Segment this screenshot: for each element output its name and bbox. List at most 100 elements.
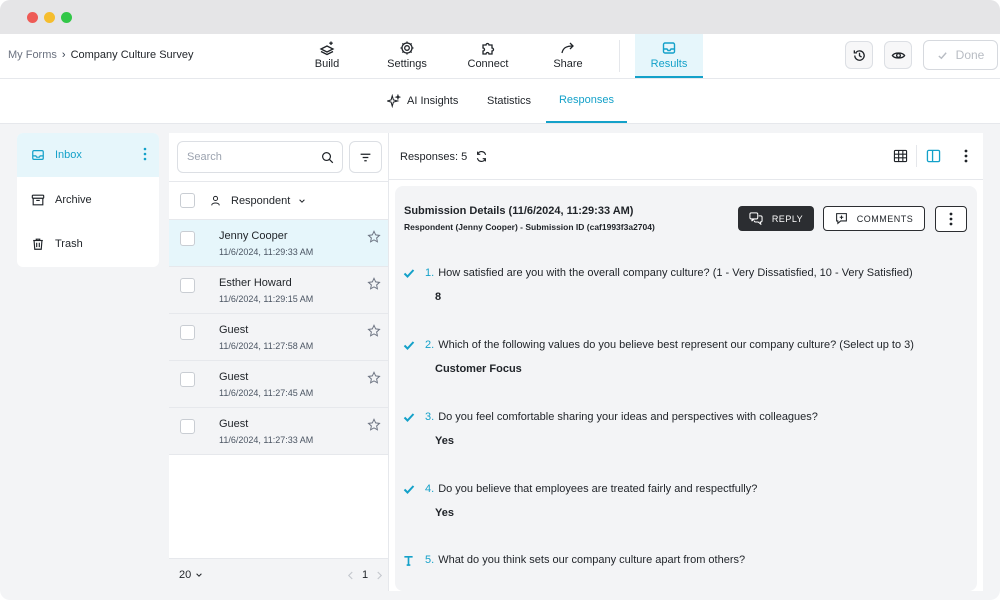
- sidebar-item-label: Inbox: [55, 149, 82, 161]
- breadcrumb-separator: ›: [61, 49, 66, 61]
- star-icon[interactable]: [367, 371, 381, 385]
- page-size-select[interactable]: 20: [179, 569, 203, 581]
- done-button[interactable]: Done: [923, 40, 998, 70]
- list-item[interactable]: Jenny Cooper 11/6/2024, 11:29:33 AM: [169, 220, 388, 267]
- more-options-button[interactable]: [935, 206, 967, 232]
- table-view-icon[interactable]: [893, 149, 908, 163]
- tab-responses-label: Responses: [558, 94, 615, 106]
- row-checkbox[interactable]: [180, 231, 195, 246]
- tab-ai-insights[interactable]: AI Insights: [387, 79, 458, 123]
- row-checkbox[interactable]: [180, 278, 195, 293]
- close-window-button[interactable]: [27, 12, 38, 23]
- question-number: 4.: [425, 483, 435, 495]
- answer-text: Yes: [435, 435, 454, 447]
- answer-text: Yes: [435, 507, 454, 519]
- list-header: Respondent: [169, 181, 388, 220]
- respondent-column-label[interactable]: Respondent: [231, 195, 290, 207]
- sidebar-item-label: Archive: [55, 194, 92, 206]
- question-item: 1. How satisfied are you with the overal…: [403, 267, 963, 303]
- check-icon: [938, 51, 947, 59]
- sub-nav: AI Insights Statistics Responses: [0, 79, 1000, 124]
- app-window: My Forms › Company Culture Survey Build …: [0, 0, 1000, 600]
- comments-button[interactable]: COMMENTS: [823, 206, 925, 231]
- list-item[interactable]: Guest 11/6/2024, 11:27:58 AM: [169, 314, 388, 361]
- filter-icon: [360, 153, 371, 161]
- minimize-window-button[interactable]: [44, 12, 55, 23]
- breadcrumb: My Forms › Company Culture Survey: [8, 49, 193, 61]
- sidebar-item-trash[interactable]: Trash: [17, 222, 159, 266]
- star-icon[interactable]: [367, 230, 381, 244]
- breadcrumb-my-forms[interactable]: My Forms: [8, 49, 57, 61]
- nav-settings[interactable]: Settings: [382, 34, 432, 78]
- history-button[interactable]: [845, 41, 873, 69]
- submission-date: 11/6/2024, 11:27:33 AM: [219, 435, 314, 445]
- trash-icon: [33, 238, 43, 250]
- row-checkbox[interactable]: [180, 372, 195, 387]
- tab-statistics[interactable]: Statistics: [487, 79, 531, 123]
- respondent-name: Guest: [219, 324, 249, 336]
- comments-label: COMMENTS: [856, 213, 914, 224]
- nav-build[interactable]: Build: [306, 34, 348, 78]
- preview-button[interactable]: [884, 41, 912, 69]
- detail-header: Responses: 5: [389, 133, 983, 180]
- page-number: 1: [362, 569, 369, 581]
- star-icon[interactable]: [367, 418, 381, 432]
- question-text: What do you think sets our company cultu…: [438, 554, 746, 566]
- nav-results-label: Results: [650, 58, 688, 70]
- maximize-window-button[interactable]: [61, 12, 72, 23]
- comment-add-icon: [835, 213, 847, 225]
- answer-text: Customer Focus: [435, 363, 522, 375]
- nav-share[interactable]: Share: [550, 34, 586, 78]
- submission-card: Submission Details (11/6/2024, 11:29:33 …: [395, 186, 977, 591]
- reply-button[interactable]: REPLY: [738, 206, 814, 231]
- question-item: 2. Which of the following values do you …: [403, 339, 963, 375]
- check-icon: [403, 412, 415, 422]
- nav-build-label: Build: [314, 58, 340, 70]
- row-checkbox[interactable]: [180, 325, 195, 340]
- submission-date: 11/6/2024, 11:27:45 AM: [219, 388, 314, 398]
- row-checkbox[interactable]: [180, 419, 195, 434]
- list-item[interactable]: Guest 11/6/2024, 11:27:45 AM: [169, 361, 388, 408]
- nav-divider: [619, 40, 620, 72]
- submission-date: 11/6/2024, 11:29:33 AM: [219, 247, 314, 257]
- build-icon: [319, 41, 335, 56]
- search-placeholder: Search: [187, 151, 222, 163]
- list-item[interactable]: Guest 11/6/2024, 11:27:33 AM: [169, 408, 388, 455]
- question-number: 5.: [425, 554, 435, 566]
- select-all-checkbox[interactable]: [180, 193, 195, 208]
- search-input[interactable]: Search: [177, 141, 343, 173]
- star-icon[interactable]: [367, 277, 381, 291]
- chevron-down-icon[interactable]: [298, 197, 306, 205]
- answer-text: 8: [435, 291, 442, 303]
- chevron-left-icon[interactable]: [347, 571, 354, 580]
- response-list-panel: Search Respondent Jenny Cooper 11/6/2024…: [169, 133, 389, 591]
- puzzle-icon: [482, 42, 495, 55]
- question-number: 3.: [425, 411, 435, 423]
- nav-share-label: Share: [553, 58, 583, 70]
- refresh-icon[interactable]: [475, 150, 488, 163]
- nav-connect[interactable]: Connect: [463, 34, 513, 78]
- check-icon: [403, 340, 415, 350]
- question-item: 3. Do you feel comfortable sharing your …: [403, 411, 963, 447]
- search-icon[interactable]: [321, 151, 334, 164]
- kebab-menu-icon[interactable]: [964, 149, 968, 163]
- respondent-name: Guest: [219, 418, 249, 430]
- chat-bubbles-icon: [749, 212, 763, 225]
- chevron-right-icon[interactable]: [376, 571, 383, 580]
- star-icon[interactable]: [367, 324, 381, 338]
- view-divider: [916, 145, 917, 167]
- sidebar-item-archive[interactable]: Archive: [17, 178, 159, 222]
- filter-button[interactable]: [349, 141, 382, 173]
- sidebar-item-inbox[interactable]: Inbox: [17, 133, 159, 177]
- list-footer: 20 1: [169, 558, 388, 591]
- sidebar-item-label: Trash: [55, 238, 83, 250]
- list-item[interactable]: Esther Howard 11/6/2024, 11:29:15 AM: [169, 267, 388, 314]
- chevron-down-icon: [196, 573, 203, 577]
- nav-results[interactable]: Results: [635, 34, 703, 78]
- sparkle-icon: [387, 94, 401, 108]
- split-view-icon[interactable]: [926, 149, 941, 163]
- history-icon: [853, 49, 865, 61]
- question-number: 1.: [425, 267, 435, 279]
- tab-responses[interactable]: Responses: [546, 79, 627, 123]
- kebab-menu-icon[interactable]: [143, 147, 147, 161]
